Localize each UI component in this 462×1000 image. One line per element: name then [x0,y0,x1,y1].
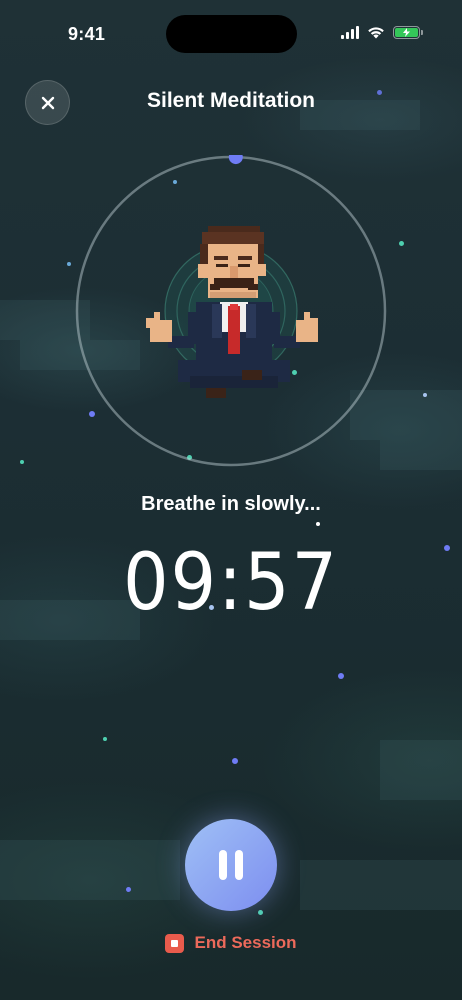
end-session-button[interactable]: End Session [0,933,462,953]
wifi-icon [368,27,384,39]
battery-charging-icon [393,26,423,39]
bg-cloud [300,860,462,910]
star-decoration [444,545,450,551]
end-session-label: End Session [194,933,297,952]
page-title: Silent Meditation [147,89,315,112]
meditating-man-avatar [146,226,318,398]
star-decoration [67,262,71,266]
star-decoration [399,241,404,246]
star-decoration [20,460,24,464]
pause-button[interactable] [185,819,277,911]
meditation-screen: 9:41 Silent Meditation Breathe in slowly… [0,0,462,1000]
bg-cloud [0,840,180,900]
star-decoration [316,522,320,526]
breath-prompt: Breathe in slowly... [141,493,321,515]
star-decoration [423,393,427,397]
bg-cloud [380,740,462,800]
signal-icon [341,26,359,39]
session-timer: 09:57 [122,538,339,628]
star-decoration [103,737,107,741]
status-time: 9:41 [68,24,106,44]
pause-icon [219,850,243,880]
status-icons [341,26,423,39]
star-decoration [338,673,344,679]
progress-indicator-dot [228,155,243,165]
star-decoration [126,887,131,892]
star-decoration [258,910,263,915]
stop-icon [165,933,185,953]
dynamic-island [166,15,297,53]
star-decoration [232,758,238,764]
status-bar: 9:41 [0,0,462,54]
bg-cloud [380,440,462,470]
